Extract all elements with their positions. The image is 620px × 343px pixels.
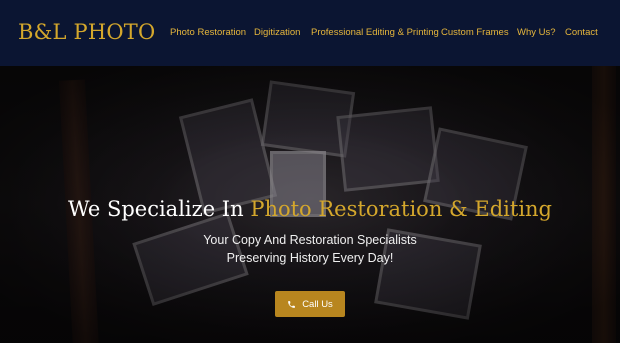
hero-subtitle-line1: Your Copy And Restoration Specialists [203,233,417,247]
phone-icon [288,300,296,308]
hero-title-prefix: We Specialize In [67,197,244,221]
nav-digitization[interactable]: Digitization [254,27,300,38]
hero-title-accent: Photo Restoration & Editing [250,197,553,221]
top-navbar: B&L PHOTO Photo Restoration Digitization… [0,0,620,66]
hero-subtitle-line2: Preserving History Every Day! [226,251,394,265]
nav-photo-restoration[interactable]: Photo Restoration [170,27,246,38]
nav-why-us[interactable]: Why Us? [517,27,556,38]
nav-custom-frames[interactable]: Custom Frames [441,27,509,38]
brand-logo[interactable]: B&L PHOTO [18,20,155,44]
hero-title: We Specialize In Photo Restoration & Edi… [0,197,620,221]
nav-contact[interactable]: Contact [565,27,598,38]
hero-section: We Specialize In Photo Restoration & Edi… [0,66,620,343]
call-us-label: Call Us [302,298,333,310]
call-us-button[interactable]: Call Us [275,291,345,317]
nav-professional-editing-printing[interactable]: Professional Editing & Printing [311,27,439,38]
